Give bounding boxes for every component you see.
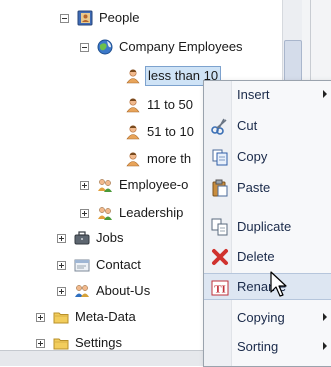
collapse-toggle[interactable] (60, 13, 69, 23)
tree-footer (0, 350, 203, 366)
menu-item-label: Cut (237, 118, 258, 133)
mouse-cursor-icon (270, 271, 287, 297)
users-icon (75, 285, 89, 297)
menu-item-cut[interactable]: Cut (204, 112, 331, 139)
tree-node-employee-of[interactable]: Employee-o (80, 175, 190, 195)
tree-node-leadership[interactable]: Leadership (80, 203, 185, 223)
menu-item-label: Insert (237, 87, 270, 102)
tree-node-label: Contact (96, 257, 141, 272)
tree-node-51-to-100[interactable]: 51 to 10 (125, 122, 196, 142)
tree-node-label: 51 to 10 (147, 124, 194, 139)
paste-icon (212, 179, 228, 197)
tree-node-label: Leadership (119, 205, 184, 220)
tree-node-label: 11 to 50 (147, 97, 194, 112)
tree-node-11-to-50[interactable]: 11 to 50 (125, 95, 195, 115)
menu-item-label: Copying (237, 310, 285, 325)
menu-item-duplicate[interactable]: Duplicate (204, 213, 331, 240)
menu-item-copy[interactable]: Copy (204, 143, 331, 170)
scissors-icon (211, 118, 227, 135)
tree-node-meta-data[interactable]: Meta-Data (36, 307, 138, 327)
menu-item-label: Duplicate (237, 219, 292, 234)
rename-icon: TI (211, 280, 229, 296)
tree-node-label: more th (147, 151, 192, 166)
submenu-arrow-icon (323, 90, 327, 98)
people-book-icon (77, 10, 93, 26)
expand-toggle[interactable] (80, 208, 89, 218)
submenu-arrow-icon (323, 313, 327, 321)
tree-node-label: Meta-Data (75, 309, 136, 324)
menu-item-label: Copy (237, 149, 268, 164)
expand-toggle[interactable] (36, 338, 45, 348)
menu-item-label: Sorting (237, 339, 279, 354)
contact-card-icon (74, 259, 90, 272)
menu-item-label: Delete (237, 249, 275, 264)
tree-node-label: About-Us (96, 283, 151, 298)
submenu-arrow-icon (323, 342, 327, 350)
duplicate-icon (211, 218, 228, 236)
menu-item-delete[interactable]: Delete (204, 243, 331, 270)
tree-node-label: Jobs (96, 230, 124, 245)
menu-item-rename[interactable]: TI Rename (204, 273, 331, 300)
tree-node-contact[interactable]: Contact (57, 255, 143, 275)
menu-item-label: Paste (237, 180, 271, 195)
group-icon (98, 179, 112, 192)
delete-x-icon (212, 249, 228, 265)
expand-toggle[interactable] (57, 260, 66, 270)
tree-node-jobs[interactable]: Jobs (57, 228, 125, 248)
expand-toggle[interactable] (80, 180, 89, 190)
svg-text:TI: TI (214, 284, 226, 296)
copy-icon (212, 149, 228, 166)
tree-node-about-us[interactable]: About-Us (57, 281, 152, 301)
person-icon (126, 69, 140, 84)
menu-item-copying[interactable]: Copying (204, 304, 331, 331)
tree-node-label: People (99, 10, 140, 25)
person-icon (126, 98, 140, 113)
person-icon (126, 125, 140, 140)
briefcase-icon (74, 231, 90, 245)
tree-node-people[interactable]: People (60, 8, 141, 28)
tree-node-more-than[interactable]: more th (125, 149, 193, 169)
expand-toggle[interactable] (57, 233, 66, 243)
expand-toggle[interactable] (57, 286, 66, 296)
folder-icon (53, 338, 69, 350)
collapse-toggle[interactable] (80, 42, 89, 52)
tree-node-label: Company Employees (119, 39, 243, 54)
group-icon (98, 207, 112, 220)
expand-toggle[interactable] (36, 312, 45, 322)
tree-node-company-employees[interactable]: Company Employees (80, 37, 245, 57)
person-icon (126, 152, 140, 167)
folder-icon (53, 312, 69, 324)
context-menu: Insert Cut Copy Paste Duplicate Delete T… (203, 80, 331, 367)
menu-item-sorting[interactable]: Sorting (204, 333, 331, 360)
menu-item-paste[interactable]: Paste (204, 174, 331, 201)
globe-icon (97, 39, 113, 55)
tree-node-label: Employee-o (119, 177, 189, 192)
menu-item-insert[interactable]: Insert (204, 81, 331, 108)
